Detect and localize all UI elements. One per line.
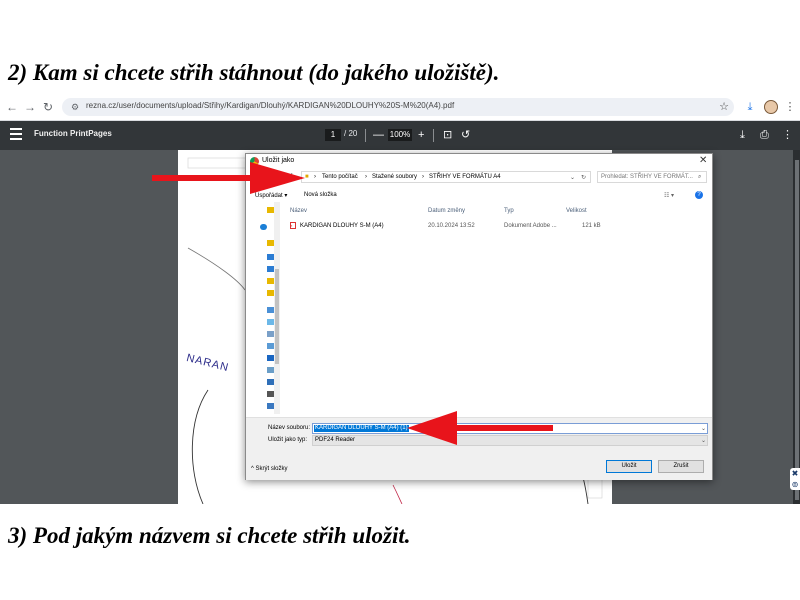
folder-icon[interactable] bbox=[267, 207, 274, 213]
breadcrumb-downloads[interactable]: Stažené soubory bbox=[372, 174, 417, 180]
videos-icon[interactable] bbox=[267, 331, 274, 337]
reload-icon[interactable]: ↻ bbox=[40, 99, 56, 115]
menu-icon[interactable] bbox=[10, 128, 22, 142]
drive-icon[interactable] bbox=[267, 391, 274, 397]
refresh-icon[interactable]: ↻ bbox=[581, 174, 586, 181]
url-host: rezna.cz bbox=[86, 101, 117, 110]
pdf-file-icon: ▪ bbox=[290, 222, 296, 229]
filetype-value: PDF24 Reader bbox=[315, 437, 356, 443]
cancel-button[interactable]: Zrušit bbox=[658, 460, 704, 473]
onedrive-icon[interactable] bbox=[260, 224, 267, 230]
downloads-icon[interactable] bbox=[267, 379, 274, 385]
music-icon[interactable] bbox=[267, 355, 274, 361]
page-number-input[interactable]: 1 bbox=[325, 129, 341, 141]
desktop-icon[interactable] bbox=[267, 254, 274, 260]
zoom-in-icon[interactable]: + bbox=[418, 128, 424, 142]
file-name: KARDIGAN DLOUHY S-M (A4) bbox=[300, 223, 384, 229]
browser-toolbar: ← → ↻ ⚙ rezna.cz/user/documents/upload/S… bbox=[0, 94, 800, 121]
chevron-down-icon[interactable]: ⌄ bbox=[701, 437, 706, 444]
documents-icon[interactable] bbox=[267, 266, 274, 272]
search-icon: ⌕ bbox=[698, 174, 702, 180]
zoom-out-icon[interactable]: — bbox=[373, 128, 384, 142]
caption-step-2: 2) Kam si chcete střih stáhnout (do jaké… bbox=[8, 60, 500, 85]
file-list-header: Název Datum změny Typ Velikost bbox=[290, 206, 670, 218]
column-size[interactable]: Velikost bbox=[566, 208, 587, 214]
pdf-download-icon[interactable]: ⤓ bbox=[740, 128, 745, 142]
network-icon[interactable] bbox=[267, 403, 274, 409]
breadcrumb-folder[interactable]: STŘIHY VE FORMÁTU A4 bbox=[429, 174, 501, 180]
file-type: Dokument Adobe ... bbox=[504, 223, 557, 229]
chevron-down-icon[interactable]: ⌄ bbox=[701, 425, 706, 432]
profile-avatar[interactable] bbox=[764, 100, 778, 114]
red-arrow-right-icon bbox=[152, 162, 305, 194]
column-date[interactable]: Datum změny bbox=[428, 208, 465, 214]
view-options-icon[interactable]: ☷ ▾ bbox=[664, 192, 674, 199]
rotate-icon[interactable]: ↺ bbox=[461, 128, 470, 142]
search-input[interactable]: Prohledat: STŘIHY VE FORMÁT... ⌕ bbox=[597, 171, 707, 183]
extension-badge-icon[interactable]: ✖ ⊚ bbox=[790, 468, 800, 490]
filetype-label: Uložit jako typ: bbox=[268, 437, 308, 443]
3d-objects-icon[interactable] bbox=[267, 319, 274, 325]
zoom-input[interactable]: 100% bbox=[388, 129, 412, 141]
path-bar[interactable]: ■ › Tento počítač › Stažené soubory › ST… bbox=[301, 171, 591, 183]
breadcrumb-this-pc[interactable]: Tento počítač bbox=[322, 174, 358, 180]
document-title: Function PrintPages bbox=[34, 129, 112, 138]
nav-scrollbar-thumb[interactable] bbox=[275, 269, 279, 364]
filename-value: KARDIGAN DLOUHY S-M (A4) (1) bbox=[314, 425, 409, 432]
forward-arrow-icon[interactable]: → bbox=[22, 99, 38, 115]
caption-step-3: 3) Pod jakým názvem si chcete střih ulož… bbox=[8, 523, 411, 548]
toolbar-divider bbox=[365, 129, 366, 142]
fit-page-icon[interactable]: ⊡ bbox=[443, 128, 452, 142]
toolbar-divider bbox=[433, 129, 434, 142]
folder-icon[interactable] bbox=[267, 278, 274, 284]
this-pc-icon[interactable] bbox=[267, 307, 274, 313]
hide-folders-label: Skrýt složky bbox=[255, 466, 288, 472]
download-icon[interactable]: ⤓ bbox=[742, 99, 758, 115]
close-icon[interactable]: ✕ bbox=[699, 155, 707, 166]
back-arrow-icon[interactable]: ← bbox=[4, 99, 20, 115]
page-total: / 20 bbox=[344, 129, 358, 138]
pdf-toolbar: Function PrintPages 1 / 20 — 100% + ⊡ ↺ … bbox=[0, 121, 800, 150]
bookmark-star-icon[interactable]: ☆ bbox=[716, 99, 732, 115]
hide-folders-button[interactable]: ^ Skrýt složky bbox=[251, 466, 288, 472]
address-bar[interactable]: ⚙ rezna.cz/user/documents/upload/Střihy/… bbox=[62, 98, 734, 116]
browser-menu-icon[interactable]: ⋮ bbox=[782, 99, 798, 115]
file-list-item[interactable]: ▪ KARDIGAN DLOUHY S-M (A4) 20.10.2024 13… bbox=[290, 221, 670, 231]
desktop-icon[interactable] bbox=[267, 367, 274, 373]
save-button[interactable]: Uložit bbox=[606, 460, 652, 473]
url-path: /user/documents/upload/Střihy/Kardigan/D… bbox=[116, 101, 455, 110]
column-name[interactable]: Název bbox=[290, 208, 307, 214]
chevron-down-icon[interactable]: ⌄ bbox=[570, 174, 575, 181]
help-icon[interactable]: ? bbox=[695, 191, 703, 199]
command-bar: Uspořádat ▾ Nová složka ☷ ▾ ? bbox=[246, 189, 712, 201]
filename-label: Název souboru: bbox=[268, 425, 311, 431]
search-placeholder: Prohledat: STŘIHY VE FORMÁT... bbox=[601, 174, 693, 180]
red-arrow-left-icon bbox=[407, 411, 553, 445]
folder-icon[interactable] bbox=[267, 290, 274, 296]
print-icon[interactable]: ⎙ bbox=[760, 128, 769, 142]
file-date: 20.10.2024 13:52 bbox=[428, 223, 475, 229]
pictures-icon[interactable] bbox=[267, 343, 274, 349]
scrollbar-thumb[interactable] bbox=[795, 160, 799, 500]
site-settings-icon[interactable]: ⚙ bbox=[68, 100, 82, 114]
column-type[interactable]: Typ bbox=[504, 208, 514, 214]
folder-icon[interactable] bbox=[267, 240, 274, 246]
more-options-icon[interactable]: ⋮ bbox=[782, 128, 793, 142]
file-size: 121 kB bbox=[582, 223, 601, 229]
